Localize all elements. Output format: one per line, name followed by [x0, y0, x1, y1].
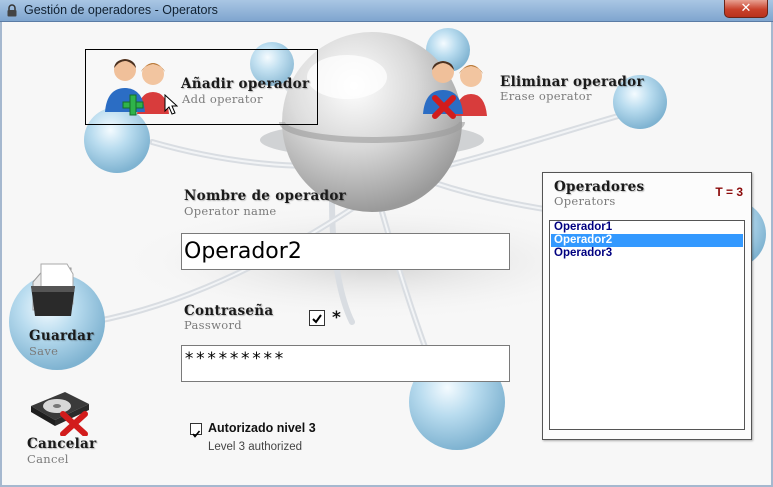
checkmark-icon [312, 314, 322, 324]
title-bar: Gestión de operadores - Operators ✕ [0, 0, 773, 22]
operators-count: T = 3 [715, 185, 743, 199]
operator-name-sublabel: Operator name [184, 204, 277, 218]
save-label[interactable]: Guardar [29, 328, 94, 344]
operator-name-label: Nombre de operador [184, 188, 347, 204]
save-sublabel: Save [29, 344, 59, 358]
operators-list[interactable]: Operador1 Operador2 Operador3 [549, 220, 745, 430]
authorized-level3-checkbox[interactable] [190, 423, 202, 438]
operators-panel: Operadores Operators T = 3 Operador1 Ope… [542, 172, 752, 440]
password-sublabel: Password [184, 318, 242, 332]
add-operator-label: Añadir operador [181, 76, 310, 92]
operator-name-input[interactable]: Operador2 [181, 233, 510, 270]
operator-list-item[interactable]: Operador1 [551, 221, 743, 234]
add-operator-sublabel: Add operator [182, 92, 263, 106]
operator-list-item[interactable]: Operador3 [551, 247, 743, 260]
cancel-disk-icon[interactable] [27, 386, 93, 436]
cancel-label[interactable]: Cancelar [27, 436, 97, 452]
window-title: Gestión de operadores - Operators [24, 3, 218, 17]
erase-operator-label[interactable]: Eliminar operador [500, 74, 644, 90]
operators-subtitle: Operators [554, 194, 616, 208]
operators-title: Operadores [554, 179, 645, 195]
checkmark-icon [192, 430, 201, 438]
authorized-level3-label[interactable]: Autorizado nivel 3 [208, 421, 316, 435]
show-password-checkbox[interactable] [309, 310, 325, 326]
password-required-marker: * [332, 308, 341, 328]
lock-icon [7, 4, 17, 17]
password-label: Contraseña [184, 303, 274, 319]
erase-operator-sublabel: Erase operator [500, 89, 592, 103]
main-panel: Añadir operador Add operator Eliminar op… [0, 22, 773, 487]
password-input[interactable]: ********* [181, 345, 510, 382]
cancel-sublabel: Cancel [27, 452, 69, 466]
mouse-pointer-icon [164, 94, 178, 115]
authorized-level3-sublabel: Level 3 authorized [208, 441, 302, 453]
save-folder-icon[interactable] [27, 260, 79, 320]
operator-list-item-selected[interactable]: Operador2 [551, 234, 743, 247]
erase-operator-icon[interactable] [415, 54, 493, 120]
close-button[interactable]: ✕ [724, 0, 768, 18]
